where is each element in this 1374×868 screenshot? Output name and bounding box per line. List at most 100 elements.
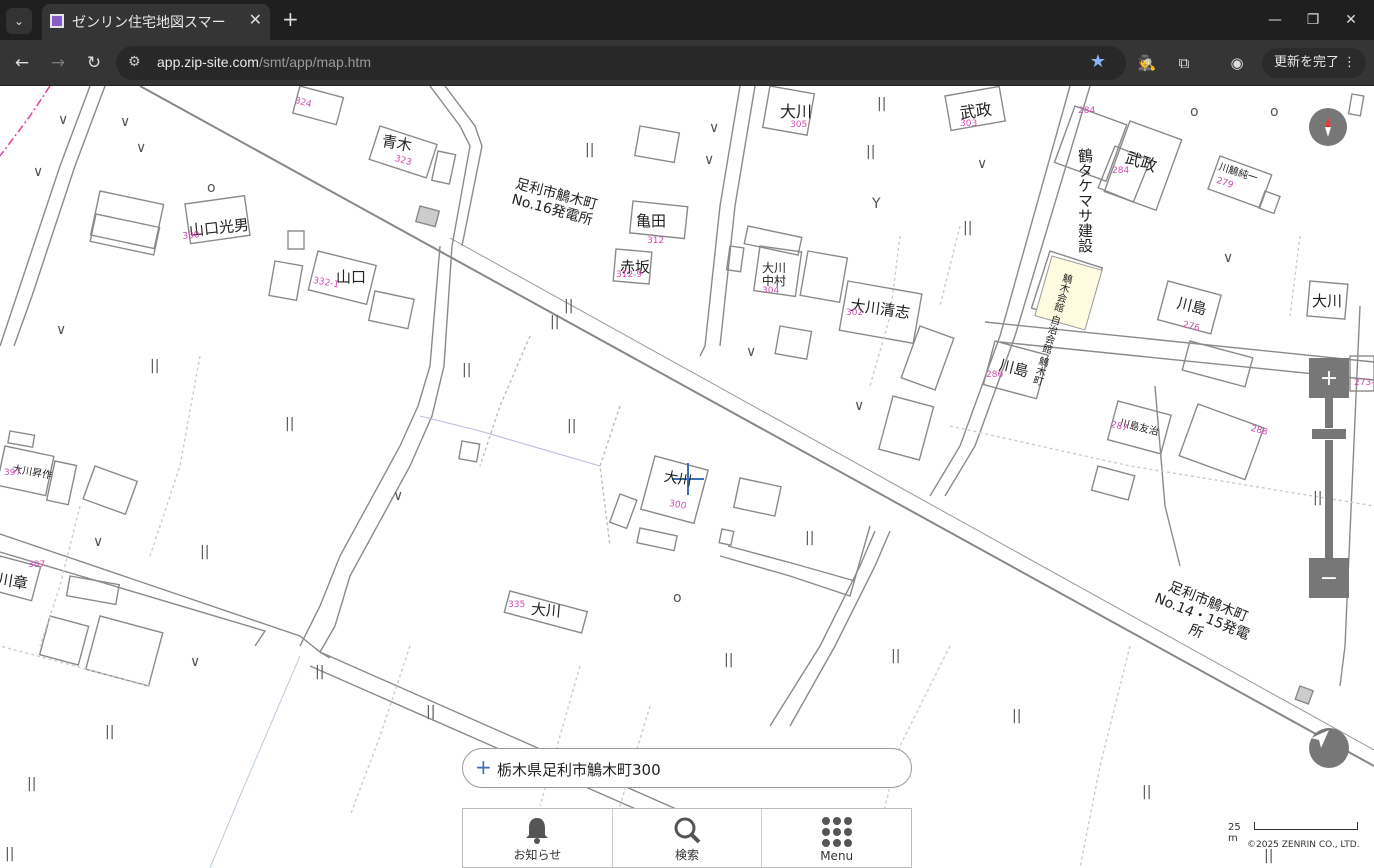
grid-menu-icon [821, 817, 852, 847]
field-symbol: ∨ [93, 534, 104, 550]
address-bar[interactable]: ⚙ app.zip-site.com/smt/app/map.htm ★ [116, 46, 1126, 80]
search-icon [674, 817, 701, 844]
url-text: app.zip-site.com/smt/app/map.htm [157, 54, 371, 70]
site-info-icon[interactable]: ⚙ [128, 54, 141, 70]
notice-label: お知らせ [513, 848, 562, 862]
tab-title: ゼンリン住宅地図スマー [72, 15, 226, 31]
address-search-bar[interactable]: + 栃木県足利市鵤木町300 [462, 748, 912, 788]
tab-strip: ⌄ ゼンリン住宅地図スマー ✕ + — ❐ ✕ [0, 0, 1374, 40]
field-symbol: || [1012, 708, 1022, 724]
parcel-number: 330 [182, 230, 201, 242]
field-symbol: || [1142, 784, 1152, 800]
field-symbol: || [550, 314, 560, 330]
map-label: 大川 [780, 102, 813, 121]
map-label: 鶴タケマサ建設 [1076, 148, 1094, 253]
map-label: 亀田 [636, 212, 667, 230]
parcel-number: 273-2 [1354, 378, 1374, 388]
field-symbol: || [963, 220, 973, 236]
menu-button[interactable]: Menu [762, 809, 911, 867]
field-symbol: || [567, 418, 577, 434]
parcel-number: 305 [790, 120, 808, 130]
map-label: 大川 [1312, 292, 1343, 310]
scale-line [1254, 822, 1358, 830]
puzzle-icon[interactable]: ⧉ [1173, 52, 1195, 74]
parcel-number: 312-9 [616, 270, 643, 280]
field-symbol: || [5, 846, 15, 862]
field-symbol: ∨ [854, 398, 865, 414]
minimize-button[interactable]: — [1262, 8, 1288, 32]
field-symbol: ∨ [136, 140, 147, 156]
navigation-arrow-icon [1311, 730, 1329, 748]
scale-label: 25 m [1228, 822, 1241, 844]
field-symbol: ∨ [1223, 250, 1234, 266]
plus-icon[interactable]: + [475, 757, 492, 777]
search-button[interactable]: 検索 [613, 809, 763, 867]
map-label: 大川中村 [762, 261, 787, 288]
field-symbol: || [105, 724, 115, 740]
new-tab-button[interactable]: + [282, 7, 299, 31]
map-label: 大川 [530, 599, 562, 621]
field-symbol: ∨ [709, 120, 720, 136]
field-symbol: || [426, 704, 436, 720]
browser-toolbar: ← → ↻ ⚙ app.zip-site.com/smt/app/map.htm… [0, 40, 1374, 86]
field-symbol: || [27, 776, 37, 792]
tab-close-icon[interactable]: ✕ [249, 10, 262, 29]
field-symbol: ∨ [190, 654, 201, 670]
address-text: 栃木県足利市鵤木町300 [497, 761, 661, 779]
field-symbol: ∨ [33, 164, 44, 180]
field-symbol: || [285, 416, 295, 432]
back-arrow-icon: ← [14, 53, 30, 73]
field-symbol: ∨ [704, 152, 715, 168]
compass-button[interactable] [1309, 108, 1347, 146]
field-symbol: Y [872, 196, 881, 212]
compass-south-icon [1325, 127, 1331, 137]
field-symbol: ∨ [56, 322, 67, 338]
map-label: 川章 [0, 569, 30, 593]
forward-arrow-icon: → [50, 53, 66, 73]
parcel-number: 302 [846, 308, 864, 318]
map-canvas[interactable]: 青木 足利市鵤木町 No.16発電所 亀田 赤坂 大川 武政 武政 川鵤純一 鶴… [0, 86, 1374, 868]
field-symbol: || [1264, 848, 1274, 864]
reload-button[interactable]: ↻ [81, 50, 107, 76]
field-symbol: || [200, 544, 210, 560]
parcel-number: 397 [4, 468, 22, 478]
notice-button[interactable]: お知らせ [463, 809, 613, 867]
parcel-number: 286 [986, 370, 1004, 380]
zoom-slider-track[interactable] [1325, 398, 1333, 558]
field-symbol: || [891, 648, 901, 664]
zoom-out-button[interactable]: − [1309, 558, 1349, 598]
field-symbol: || [585, 142, 595, 158]
field-symbol: || [877, 96, 887, 112]
extension-icon[interactable]: 🕵 [1136, 52, 1158, 74]
search-label: 検索 [675, 848, 700, 862]
back-button[interactable]: ← [9, 50, 35, 76]
tab-search-button[interactable]: ⌄ [6, 8, 32, 34]
update-button[interactable]: 更新を完了 ⋮ [1262, 48, 1366, 78]
window-close-button[interactable]: ✕ [1338, 8, 1364, 32]
browser-tab[interactable]: ゼンリン住宅地図スマー ✕ [42, 4, 270, 40]
field-symbol: o [1270, 104, 1279, 120]
map-label: 山口 [336, 268, 367, 286]
zoom-in-button[interactable]: + [1309, 358, 1349, 398]
parcel-number: 312 [647, 236, 665, 246]
parcel-number: 284 [1112, 166, 1130, 176]
zoom-slider-handle[interactable] [1311, 428, 1347, 440]
parcel-number: 335 [508, 600, 526, 610]
chevron-down-icon: ⌄ [13, 14, 25, 28]
more-menu-icon[interactable]: ⋮ [1343, 48, 1356, 78]
bookmark-star-icon[interactable]: ★ [1090, 51, 1106, 72]
field-symbol: ∨ [977, 156, 988, 172]
field-symbol: || [150, 358, 160, 374]
forward-button[interactable]: → [45, 50, 71, 76]
current-location-button[interactable] [1309, 728, 1349, 768]
parcel-number: 304 [762, 286, 780, 296]
field-symbol: o [673, 590, 682, 606]
parcel-number: 303 [960, 119, 978, 129]
copyright-text: ©2025 ZENRIN CO., LTD. [1247, 840, 1360, 850]
parcel-number: 284 [1078, 106, 1096, 116]
restore-button[interactable]: ❐ [1300, 8, 1326, 32]
parcel-number: 387 [28, 560, 46, 570]
field-symbol: || [724, 652, 734, 668]
field-symbol: || [315, 664, 325, 680]
profile-icon[interactable]: ◉ [1226, 52, 1248, 74]
